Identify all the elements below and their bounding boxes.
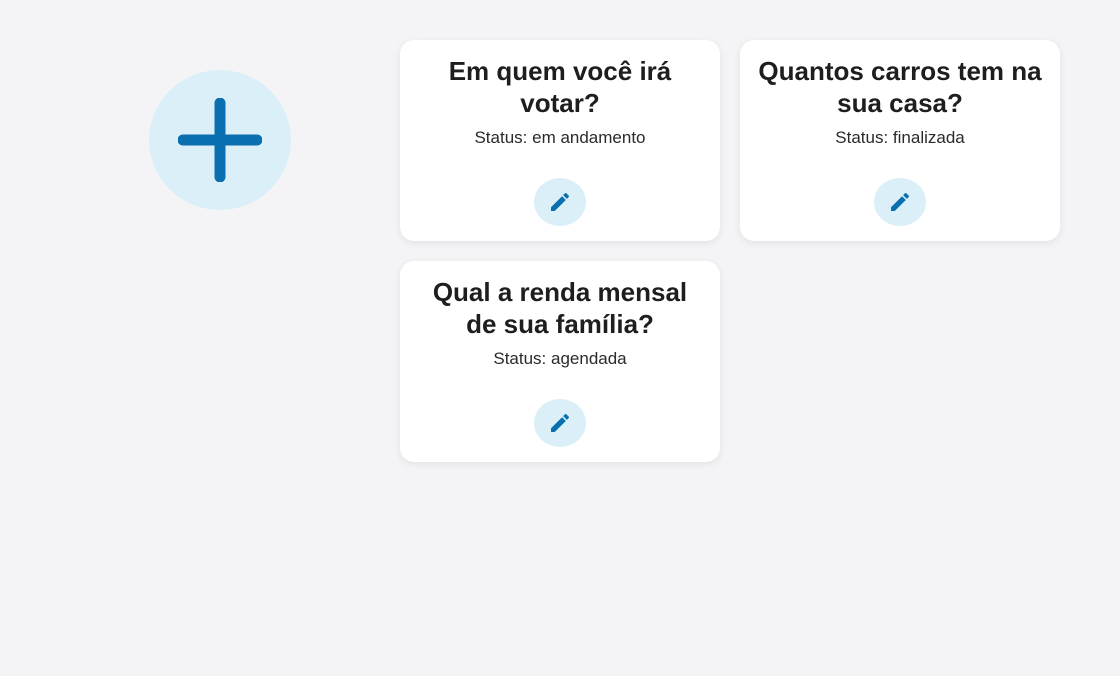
pencil-icon — [551, 413, 570, 432]
survey-grid: Em quem você irá votar? Status: em andam… — [400, 40, 1060, 462]
survey-card: Qual a renda mensal de sua família? Stat… — [400, 261, 720, 462]
survey-card: Em quem você irá votar? Status: em andam… — [400, 40, 720, 241]
survey-status: Status: agendada — [493, 349, 627, 368]
add-survey-button[interactable] — [149, 70, 291, 210]
survey-title: Qual a renda mensal de sua família? — [432, 277, 688, 339]
plus-icon — [178, 98, 262, 182]
page: Em quem você irá votar? Status: em andam… — [0, 0, 1120, 676]
survey-status: Status: finalizada — [835, 128, 965, 147]
edit-survey-button[interactable] — [534, 399, 586, 447]
pencil-icon — [891, 192, 910, 211]
survey-card: Quantos carros tem na sua casa? Status: … — [740, 40, 1060, 241]
edit-survey-button[interactable] — [534, 178, 586, 226]
survey-status: Status: em andamento — [474, 128, 646, 147]
pencil-icon — [551, 192, 570, 211]
edit-survey-button[interactable] — [874, 178, 926, 226]
survey-title: Quantos carros tem na sua casa? — [758, 56, 1042, 118]
survey-title: Em quem você irá votar? — [448, 56, 672, 118]
